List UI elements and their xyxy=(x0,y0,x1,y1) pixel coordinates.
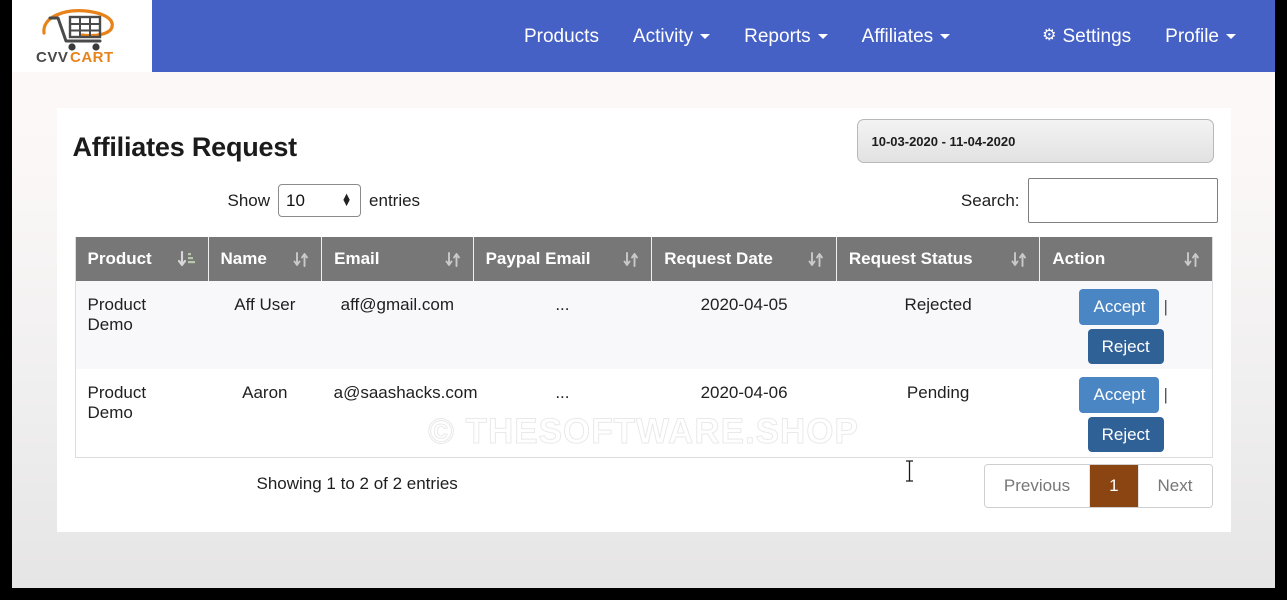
table-footer: Showing 1 to 2 of 2 entries Previous 1 N… xyxy=(75,458,1213,532)
column-label: Request Status xyxy=(849,249,973,269)
pagination-next[interactable]: Next xyxy=(1139,465,1212,507)
nav-links: Products Activity Reports Affiliates ⚙ S… xyxy=(152,0,1275,72)
top-navigation-bar: CVV CART Products Activity Reports Affil… xyxy=(12,0,1275,72)
length-menu: Show 10 ▲▼ entries xyxy=(228,184,421,217)
page-body: Affiliates Request 10-03-2020 - 11-04-20… xyxy=(12,72,1275,588)
table-header: Product xyxy=(76,237,1212,281)
date-range-value: 10-03-2020 - 11-04-2020 xyxy=(872,134,1016,149)
pagination-previous[interactable]: Previous xyxy=(985,465,1090,507)
sort-both-icon xyxy=(808,251,824,268)
cell-request-date: 2020-04-05 xyxy=(652,281,837,369)
sort-both-icon xyxy=(293,251,309,268)
entries-per-page-select[interactable]: 10 xyxy=(278,184,361,217)
nav-item-affiliates[interactable]: Affiliates xyxy=(845,27,967,46)
table-header-row: Product xyxy=(76,237,1212,281)
column-header-product[interactable]: Product xyxy=(76,237,209,281)
table-body: Product Demo Aff User aff@gmail.com ... … xyxy=(76,281,1212,457)
column-label: Product xyxy=(88,249,152,269)
column-label: Name xyxy=(221,249,267,269)
gear-icon: ⚙ xyxy=(1042,28,1056,44)
search-label: Search: xyxy=(961,191,1020,211)
date-range-picker[interactable]: 10-03-2020 - 11-04-2020 xyxy=(857,119,1214,163)
table-row: Product Demo Aaron a@saashacks.com ... 2… xyxy=(76,369,1212,457)
cell-email: a@saashacks.com xyxy=(322,369,473,457)
column-label: Request Date xyxy=(664,249,773,269)
nav-item-settings[interactable]: ⚙ Settings xyxy=(1025,27,1148,46)
cell-product: Product Demo xyxy=(76,281,209,369)
pagination: Previous 1 Next xyxy=(984,464,1213,508)
column-header-email[interactable]: Email xyxy=(322,237,473,281)
column-header-action[interactable]: Action xyxy=(1040,237,1212,281)
cell-action: Accept | Reject xyxy=(1040,369,1212,457)
cell-email: aff@gmail.com xyxy=(322,281,473,369)
affiliates-table-container: Product xyxy=(75,237,1213,458)
nav-item-reports[interactable]: Reports xyxy=(727,27,845,46)
sort-both-icon xyxy=(1184,251,1200,268)
column-header-paypal-email[interactable]: Paypal Email xyxy=(473,237,652,281)
cell-request-status: Pending xyxy=(836,369,1040,457)
cvvcart-logo[interactable]: CVV CART xyxy=(34,7,130,65)
cell-name: Aff User xyxy=(208,281,322,369)
column-label: Email xyxy=(334,249,379,269)
sort-both-icon xyxy=(1011,251,1027,268)
nav-item-label: Reports xyxy=(744,27,811,46)
search-control: Search: xyxy=(961,178,1218,223)
column-header-name[interactable]: Name xyxy=(208,237,322,281)
cell-paypal-email: ... xyxy=(473,281,652,369)
chevron-down-icon xyxy=(1226,34,1236,39)
pagination-page-1[interactable]: 1 xyxy=(1090,465,1138,507)
sort-both-icon xyxy=(623,251,639,268)
cell-request-date: 2020-04-06 xyxy=(652,369,837,457)
column-label: Paypal Email xyxy=(486,249,591,269)
reject-button[interactable]: Reject xyxy=(1088,417,1164,453)
nav-item-label: Activity xyxy=(633,27,693,46)
logo-panel[interactable]: CVV CART xyxy=(12,0,152,72)
accept-button[interactable]: Accept xyxy=(1079,289,1159,325)
table-info: Showing 1 to 2 of 2 entries xyxy=(257,474,458,494)
search-input[interactable] xyxy=(1028,178,1218,223)
column-header-request-date[interactable]: Request Date xyxy=(652,237,837,281)
cell-product: Product Demo xyxy=(76,369,209,457)
reject-button[interactable]: Reject xyxy=(1088,329,1164,365)
affiliates-request-card: Affiliates Request 10-03-2020 - 11-04-20… xyxy=(57,108,1231,532)
sort-amount-desc-icon xyxy=(178,251,196,268)
table-row: Product Demo Aff User aff@gmail.com ... … xyxy=(76,281,1212,369)
cell-action: Accept | Reject xyxy=(1040,281,1212,369)
nav-item-label: Settings xyxy=(1062,27,1131,46)
length-label-before: Show xyxy=(228,191,271,211)
browser-viewport: CVV CART Products Activity Reports Affil… xyxy=(12,0,1275,588)
nav-item-label: Profile xyxy=(1165,27,1219,46)
sort-both-icon xyxy=(445,251,461,268)
column-label: Action xyxy=(1052,249,1105,269)
cell-name: Aaron xyxy=(208,369,322,457)
logo-text-primary: CVV xyxy=(36,49,68,65)
length-label-after: entries xyxy=(369,191,420,211)
action-separator: | xyxy=(1163,297,1167,317)
nav-item-profile[interactable]: Profile xyxy=(1148,27,1253,46)
table-controls: Show 10 ▲▼ entries Search: xyxy=(57,173,1231,237)
nav-item-activity[interactable]: Activity xyxy=(616,27,727,46)
nav-item-label: Products xyxy=(524,27,599,46)
nav-item-label: Affiliates xyxy=(862,27,933,46)
logo-text-secondary: CART xyxy=(70,49,114,65)
affiliates-table: Product xyxy=(76,237,1212,457)
cell-request-status: Rejected xyxy=(836,281,1040,369)
chevron-down-icon xyxy=(700,34,710,39)
chevron-down-icon xyxy=(940,34,950,39)
action-separator: | xyxy=(1163,385,1167,405)
nav-item-products[interactable]: Products xyxy=(507,27,616,46)
accept-button[interactable]: Accept xyxy=(1079,377,1159,413)
column-header-request-status[interactable]: Request Status xyxy=(836,237,1040,281)
chevron-down-icon xyxy=(818,34,828,39)
cell-paypal-email: ... xyxy=(473,369,652,457)
